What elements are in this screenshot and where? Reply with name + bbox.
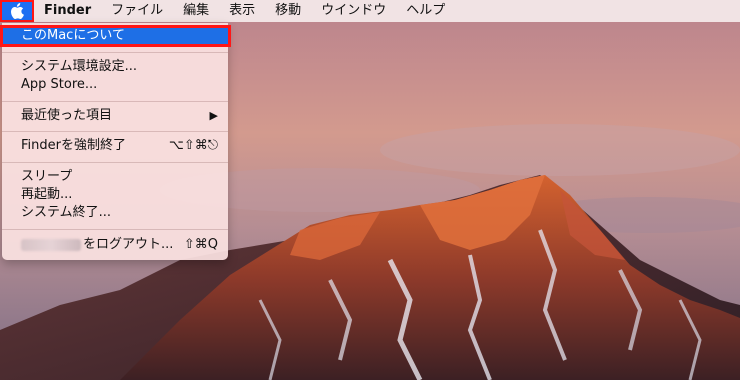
menu-go[interactable]: 移動 — [265, 0, 311, 22]
menu-view[interactable]: 表示 — [219, 0, 265, 22]
system-prefs-label: システム環境設定... — [21, 59, 138, 74]
menu-separator — [2, 101, 228, 102]
restart-label: 再起動... — [21, 187, 73, 202]
menu-separator — [2, 131, 228, 132]
menu-separator — [2, 52, 228, 53]
recent-items-label: 最近使った項目 — [21, 108, 113, 123]
app-store-label: App Store... — [21, 77, 98, 92]
menu-edit[interactable]: 編集 — [173, 0, 219, 22]
menu-help[interactable]: ヘルプ — [396, 0, 455, 22]
menu-window[interactable]: ウインドウ — [311, 0, 396, 22]
menu-item-shutdown[interactable]: システム終了... — [2, 204, 228, 222]
sleep-label: スリープ — [21, 169, 73, 184]
menu-item-force-quit[interactable]: Finderを強制終了 ⌥⇧⌘⎋ — [2, 137, 228, 155]
apple-menu-dropdown: このMacについて システム環境設定... App Store... 最近使った… — [2, 23, 228, 260]
blurred-username — [21, 238, 81, 251]
force-quit-label: Finderを強制終了 — [21, 138, 126, 153]
menu-item-about-this-mac[interactable]: このMacについて — [2, 27, 228, 45]
menu-item-system-preferences[interactable]: システム環境設定... — [2, 58, 228, 76]
menu-item-restart[interactable]: 再起動... — [2, 186, 228, 204]
apple-icon — [11, 3, 24, 19]
menu-separator — [2, 162, 228, 163]
about-label: このMacについて — [21, 28, 125, 43]
menu-file[interactable]: ファイル — [101, 0, 173, 22]
menu-separator — [2, 229, 228, 230]
menu-item-sleep[interactable]: スリープ — [2, 168, 228, 186]
menu-item-logout[interactable]: をログアウト... ⇧⌘Q — [2, 236, 228, 254]
logout-label: をログアウト... — [83, 237, 174, 252]
apple-menu-button[interactable] — [0, 0, 34, 22]
menu-bar: Finder ファイル 編集 表示 移動 ウインドウ ヘルプ — [0, 0, 740, 22]
submenu-arrow-icon: ▶ — [209, 109, 218, 122]
menu-app-finder[interactable]: Finder — [34, 0, 101, 22]
force-quit-shortcut: ⌥⇧⌘⎋ — [168, 138, 218, 153]
shutdown-label: システム終了... — [21, 205, 112, 220]
logout-shortcut: ⇧⌘Q — [183, 237, 218, 252]
menu-item-app-store[interactable]: App Store... — [2, 76, 228, 94]
menu-item-recent-items[interactable]: 最近使った項目 ▶ — [2, 107, 228, 125]
